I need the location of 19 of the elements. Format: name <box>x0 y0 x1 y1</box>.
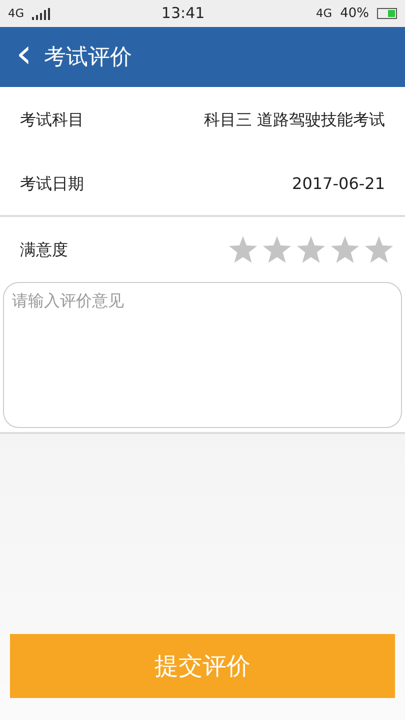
signal-icon <box>32 8 50 20</box>
page-title: 考试评价 <box>44 44 132 72</box>
star-icon[interactable] <box>263 236 291 263</box>
star-icon[interactable] <box>365 236 393 263</box>
network-label: 4G <box>8 4 24 22</box>
star-icon[interactable] <box>331 236 359 263</box>
data-network-label: 4G <box>316 4 332 22</box>
field-value: 科目三 道路驾驶技能考试 <box>204 108 385 130</box>
battery-icon <box>376 8 397 19</box>
star-icon[interactable] <box>229 236 257 263</box>
field-value: 2017-06-21 <box>292 172 385 194</box>
rating-label: 满意度 <box>20 238 68 260</box>
field-label: 考试科目 <box>20 108 84 130</box>
field-label: 考试日期 <box>20 172 84 194</box>
back-button[interactable]: ‹ <box>0 34 44 80</box>
status-time: 13:41 <box>161 3 205 24</box>
comment-field[interactable]: 请输入评价意见 <box>3 282 402 428</box>
battery-percent: 40% <box>340 4 369 23</box>
star-icon[interactable] <box>297 236 325 263</box>
